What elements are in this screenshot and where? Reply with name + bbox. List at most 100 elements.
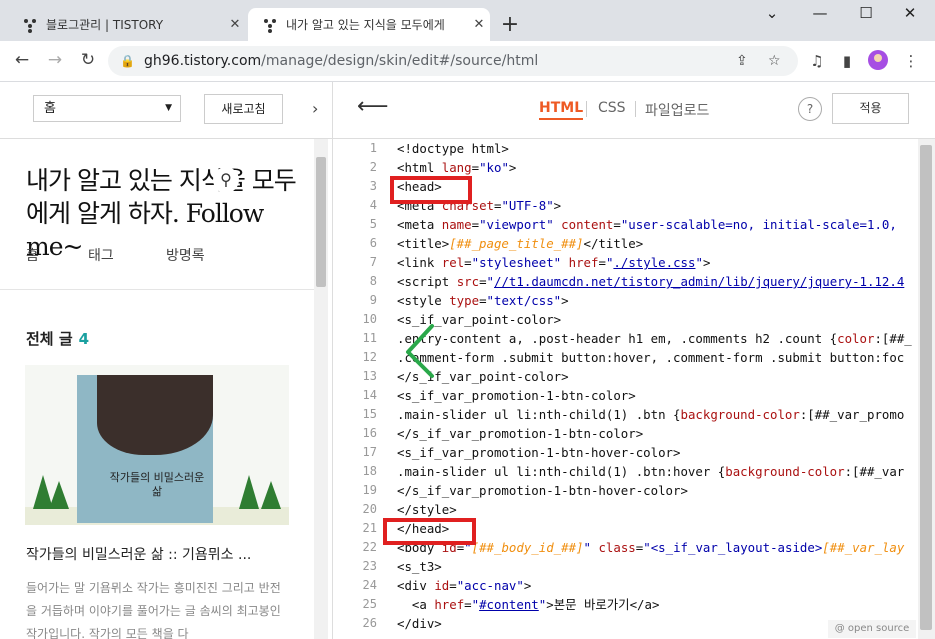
line-number: 22 bbox=[362, 540, 377, 554]
close-tab-icon[interactable]: ✕ bbox=[468, 17, 490, 32]
code-line: <title>[##_page_title_##]</title> bbox=[397, 236, 644, 251]
post-thumbnail[interactable]: 작가들의 비밀스러운 삶 bbox=[25, 365, 289, 525]
code-line: <s_t3> bbox=[397, 559, 442, 574]
tab-blog-preview[interactable]: 내가 알고 있는 지식을 모두에게 ✕ bbox=[248, 8, 490, 41]
collapse-panel-icon[interactable]: › bbox=[312, 99, 318, 118]
back-arrow-icon[interactable]: ⟵ bbox=[357, 94, 389, 119]
line-number: 2 bbox=[369, 160, 377, 174]
select-value: 홈 bbox=[44, 101, 56, 116]
cover-artwork bbox=[97, 375, 213, 455]
tab-file-upload[interactable]: 파일업로드 bbox=[645, 100, 709, 120]
code-line: <head> bbox=[397, 179, 442, 194]
blog-nav-tag[interactable]: 태그 bbox=[88, 245, 114, 265]
back-icon[interactable]: ← bbox=[10, 50, 34, 70]
help-icon[interactable]: ? bbox=[798, 97, 822, 121]
side-panel-icon[interactable]: ▮ bbox=[836, 52, 858, 70]
line-number: 4 bbox=[369, 198, 377, 212]
annotation-arrow-icon bbox=[406, 324, 434, 378]
new-tab-icon[interactable]: + bbox=[500, 12, 520, 38]
post-excerpt: 들어가는 말 기욤뮈소 작가는 흥미진진 그리고 반전을 거듭하며 이야기를 풀… bbox=[26, 581, 281, 639]
code-editor[interactable]: 1 2 3 4 5 6 7 8 9 10 11 12 13 14 15 16 1… bbox=[333, 139, 918, 639]
address-bar-row: ← → ↻ 🔒 gh96.tistory.com/manage/design/s… bbox=[0, 41, 935, 82]
line-number: 6 bbox=[369, 236, 377, 250]
preview-panel: 홈 ▼ 새로고침 › 내가 알고 있는 지식을 모두에게 알게 하자. Foll… bbox=[0, 82, 333, 639]
blog-nav-guestbook[interactable]: 방명록 bbox=[166, 245, 205, 265]
menu-kebab-icon[interactable]: ⋮ bbox=[900, 52, 922, 70]
open-source-label[interactable]: @ open source bbox=[828, 620, 916, 638]
tab-html[interactable]: HTML bbox=[539, 100, 584, 120]
code-line: </s_if_var_promotion-1-btn-color> bbox=[397, 426, 644, 441]
code-line: .main-slider ul li:nth-child(1) .btn {ba… bbox=[397, 407, 905, 422]
tree-icon bbox=[239, 475, 259, 509]
editor-scrollbar-thumb[interactable] bbox=[920, 145, 932, 630]
profile-avatar[interactable] bbox=[868, 50, 888, 70]
head-close-highlight-box bbox=[383, 518, 476, 545]
line-number: 5 bbox=[369, 217, 377, 231]
line-number: 9 bbox=[369, 293, 377, 307]
tistory-favicon-icon bbox=[262, 17, 278, 33]
code-line: .entry-content a, .post-header h1 em, .c… bbox=[397, 331, 912, 346]
line-number: 24 bbox=[362, 578, 377, 592]
share-icon[interactable]: ⇪ bbox=[736, 53, 748, 69]
line-number: 3 bbox=[369, 179, 377, 193]
code-line: </style> bbox=[397, 502, 457, 517]
code-line: .main-slider ul li:nth-child(1) .btn:hov… bbox=[397, 464, 905, 479]
tab-css[interactable]: CSS bbox=[598, 100, 626, 116]
code-line: <style type="text/css"> bbox=[397, 293, 569, 308]
blog-nav-home[interactable]: 홈 bbox=[26, 245, 39, 265]
line-number: 11 bbox=[362, 331, 377, 345]
line-number: 15 bbox=[362, 407, 377, 421]
code-line: <script src="//t1.daumcdn.net/tistory_ad… bbox=[397, 274, 905, 289]
all-posts-count: 4 bbox=[78, 330, 90, 348]
media-control-icon[interactable]: ♫ bbox=[806, 52, 828, 70]
lock-icon: 🔒 bbox=[120, 54, 135, 68]
code-line: <s_if_var_promotion-1-btn-hover-color> bbox=[397, 445, 681, 460]
refresh-button[interactable]: 새로고침 bbox=[204, 94, 283, 124]
tistory-favicon-icon bbox=[22, 17, 38, 33]
maximize-icon[interactable]: ☐ bbox=[846, 4, 886, 22]
line-number: 8 bbox=[369, 274, 377, 288]
line-number: 13 bbox=[362, 369, 377, 383]
code-line: <html lang="ko"> bbox=[397, 160, 517, 175]
code-line: </s_if_var_point-color> bbox=[397, 369, 569, 384]
line-number: 18 bbox=[362, 464, 377, 478]
line-gutter: 1 2 3 4 5 6 7 8 9 10 11 12 13 14 15 16 1… bbox=[333, 139, 377, 633]
blog-preview: 내가 알고 있는 지식을 모두에게 알게 하자. Follow me~ ⚲ 홈 … bbox=[0, 139, 314, 639]
line-number: 10 bbox=[362, 312, 377, 326]
tree-icon bbox=[261, 481, 281, 509]
preview-page-select[interactable]: 홈 ▼ bbox=[33, 95, 181, 122]
reload-icon[interactable]: ↻ bbox=[76, 50, 100, 70]
head-open-highlight-box bbox=[390, 176, 472, 204]
line-number: 25 bbox=[362, 597, 377, 611]
tab-blog-manage[interactable]: 블로그관리 | TISTORY ✕ bbox=[8, 8, 246, 41]
code-line: <s_if_var_point-color> bbox=[397, 312, 562, 327]
all-posts-label: 전체 글 bbox=[26, 330, 73, 348]
line-number: 26 bbox=[362, 616, 377, 630]
line-number: 23 bbox=[362, 559, 377, 573]
divider bbox=[586, 101, 587, 117]
tab-search-icon[interactable]: ⌄ bbox=[752, 4, 792, 22]
forward-icon[interactable]: → bbox=[43, 50, 67, 70]
minimize-icon[interactable]: — bbox=[800, 4, 840, 22]
code-line: <!doctype html> bbox=[397, 139, 918, 158]
preview-scrollbar-thumb[interactable] bbox=[316, 157, 326, 287]
book-cover-title: 작가들의 비밀스러운 삶 bbox=[109, 471, 205, 498]
code-line: .comment-form .submit button:hover, .com… bbox=[397, 350, 905, 365]
code-line: <link rel="stylesheet" href="./style.css… bbox=[397, 255, 711, 270]
bookmark-star-icon[interactable]: ☆ bbox=[768, 53, 781, 69]
line-number: 19 bbox=[362, 483, 377, 497]
line-number: 21 bbox=[362, 521, 377, 535]
apply-button[interactable]: 적용 bbox=[832, 93, 909, 124]
book-cover: 작가들의 비밀스러운 삶 bbox=[77, 375, 213, 523]
code-line: <meta name="viewport" content="user-scal… bbox=[397, 217, 897, 232]
code-token: <!doctype html> bbox=[397, 141, 509, 156]
close-window-icon[interactable]: ✕ bbox=[890, 4, 930, 22]
search-icon[interactable]: ⚲ bbox=[213, 167, 239, 193]
line-number: 1 bbox=[369, 141, 377, 155]
code-line: </s_if_var_promotion-1-btn-hover-color> bbox=[397, 483, 688, 498]
tab-title: 블로그관리 | TISTORY bbox=[46, 18, 164, 32]
url-field[interactable]: 🔒 gh96.tistory.com/manage/design/skin/ed… bbox=[108, 46, 798, 76]
divider bbox=[0, 289, 314, 290]
close-tab-icon[interactable]: ✕ bbox=[224, 17, 246, 32]
post-title[interactable]: 작가들의 비밀스러운 삶 :: 기욤뮈소 ... bbox=[26, 544, 286, 564]
